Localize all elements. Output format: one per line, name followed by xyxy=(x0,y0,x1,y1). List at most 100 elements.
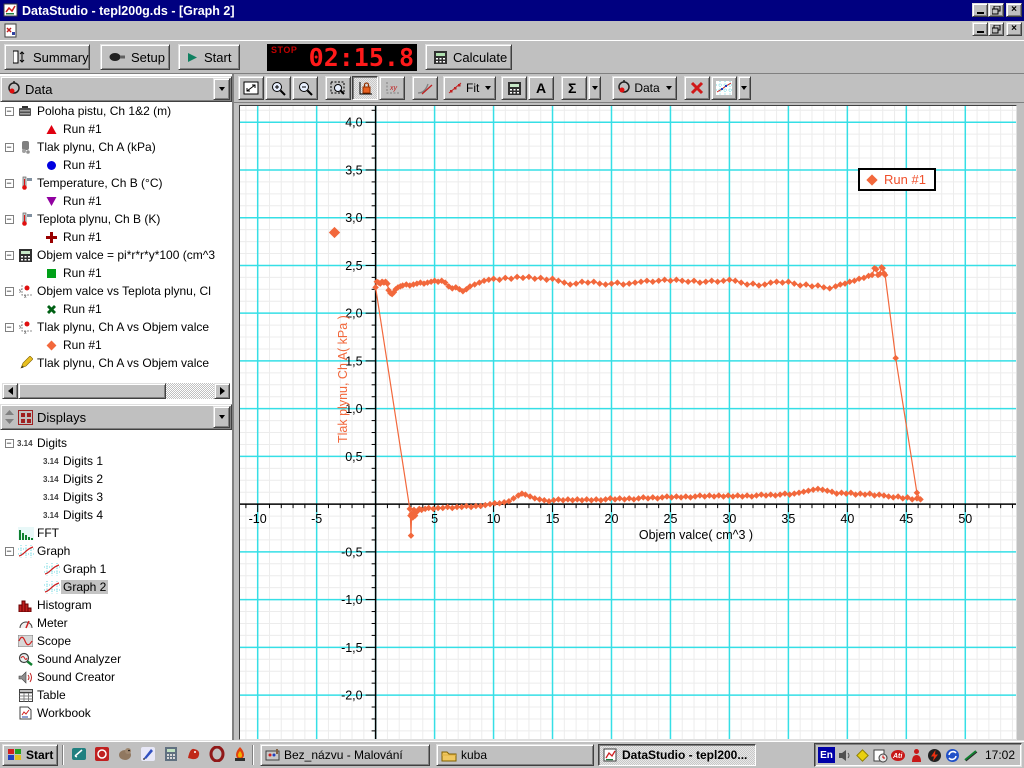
tree-item-label[interactable]: Tlak plynu, Ch A (kPa) xyxy=(35,140,158,154)
tree-item-label[interactable]: Meter xyxy=(35,616,70,630)
tree-item[interactable]: Run #1 xyxy=(2,228,230,246)
tree-item[interactable]: FFT xyxy=(2,524,230,542)
tree-item[interactable]: Sound Creator xyxy=(2,668,230,686)
task-button-1[interactable]: Bez_názvu - Malování xyxy=(260,744,430,766)
collapse-expand-box[interactable]: − xyxy=(4,142,14,152)
tree-item[interactable]: − Tlak plynu, Ch A (kPa) xyxy=(2,138,230,156)
tree-item[interactable]: Run #1 xyxy=(2,192,230,210)
slope-tool-button[interactable] xyxy=(412,76,438,100)
tray-pen-flash-icon[interactable] xyxy=(962,747,979,763)
ql-opera-icon[interactable] xyxy=(208,745,225,762)
tree-item-label[interactable]: Run #1 xyxy=(61,194,104,208)
tree-item[interactable]: −3.14 Digits xyxy=(2,434,230,452)
tree-item-label[interactable]: Digits 1 xyxy=(61,454,105,468)
tree-item-label[interactable]: Run #1 xyxy=(61,302,104,316)
data-panel-dropdown[interactable] xyxy=(213,78,230,100)
tree-item-label[interactable]: Teplota plynu, Ch B (K) xyxy=(35,212,162,226)
tree-item-label[interactable]: Objem valce vs Teplota plynu, Cl xyxy=(35,284,213,298)
ql-pen-icon[interactable] xyxy=(139,745,156,762)
tree-item[interactable]: Tlak plynu, Ch A vs Objem valce xyxy=(2,354,230,372)
child-close-button[interactable]: × xyxy=(1006,22,1022,36)
text-tool-button[interactable]: A xyxy=(528,76,555,100)
tree-item-label[interactable]: Run #1 xyxy=(61,122,104,136)
close-button[interactable]: × xyxy=(1006,3,1022,17)
collapse-expand-box[interactable]: − xyxy=(4,250,14,260)
collapse-expand-box[interactable]: − xyxy=(4,546,14,556)
data-dropdown-button[interactable]: Data xyxy=(612,76,677,100)
tree-item-label[interactable]: Graph xyxy=(35,544,72,558)
tree-item-label[interactable]: Objem valce = pi*r*r*y*100 (cm^3 xyxy=(35,248,217,262)
tree-item-label[interactable]: Table xyxy=(35,688,68,702)
zoom-out-button[interactable] xyxy=(292,76,318,100)
summary-button[interactable]: Summary xyxy=(4,44,90,70)
scroll-right-button[interactable] xyxy=(214,383,230,399)
tree-item-label[interactable]: Sound Analyzer xyxy=(35,652,123,666)
statistics-dropdown-button[interactable] xyxy=(588,76,602,100)
tree-item[interactable]: Run #1 xyxy=(2,120,230,138)
start-button[interactable]: Start xyxy=(2,744,58,766)
collapse-expand-box[interactable]: − xyxy=(4,286,14,296)
plot-area[interactable]: -10 -5 5 10 15 20 25 30 35 40 45 50 4,0 3,5 3,0 2,5 2,0 1… xyxy=(239,105,1017,740)
tree-item[interactable]: Scope xyxy=(2,632,230,650)
data-tree-hscrollbar[interactable] xyxy=(2,383,230,399)
tree-item[interactable]: − Poloha pistu, Ch 1&2 (m) xyxy=(2,102,230,120)
collapse-expand-box[interactable]: − xyxy=(4,322,14,332)
tree-item[interactable]: Run #1 xyxy=(2,264,230,282)
tree-item-label[interactable]: Graph 2 xyxy=(61,580,109,594)
displays-panel-dropdown[interactable] xyxy=(213,406,230,428)
tree-item-label[interactable]: Workbook xyxy=(35,706,93,720)
tree-item[interactable]: − Teplota plynu, Ch B (K) xyxy=(2,210,230,228)
ql-acrobat-icon[interactable] xyxy=(93,745,110,762)
data-panel-header[interactable]: Data xyxy=(0,76,232,102)
tree-item[interactable]: Run #1 xyxy=(2,336,230,354)
tree-item-label[interactable]: Sound Creator xyxy=(35,670,117,684)
tree-item-label[interactable]: Poloha pistu, Ch 1&2 (m) xyxy=(35,104,173,118)
tree-item[interactable]: − Temperature, Ch B (°C) xyxy=(2,174,230,192)
tree-item[interactable]: Graph 2 xyxy=(2,578,230,596)
panel-resize-arrows-icon[interactable] xyxy=(4,410,15,424)
minimize-button[interactable] xyxy=(972,3,988,17)
tree-item-label[interactable]: Graph 1 xyxy=(61,562,108,576)
tree-item-label[interactable]: Histogram xyxy=(35,598,94,612)
scrollbar-thumb[interactable] xyxy=(18,383,166,399)
ql-flame-icon[interactable] xyxy=(231,745,248,762)
tree-item-label[interactable]: Run #1 xyxy=(61,230,104,244)
document-icon[interactable] xyxy=(3,23,19,38)
zoom-select-button[interactable] xyxy=(325,76,351,100)
tree-item[interactable]: − Graph xyxy=(2,542,230,560)
tree-item[interactable]: 3.14 Digits 1 xyxy=(2,452,230,470)
tree-item[interactable]: − Objem valce = pi*r*r*y*100 (cm^3 xyxy=(2,246,230,264)
statistics-button[interactable]: Σ xyxy=(561,76,588,100)
tree-item[interactable]: 3.14 Digits 2 xyxy=(2,470,230,488)
displays-panel-header[interactable]: Displays xyxy=(0,404,232,430)
graph-settings-dropdown-button[interactable] xyxy=(737,76,751,100)
tree-item-label[interactable]: Scope xyxy=(35,634,73,648)
ql-calculator-icon[interactable] xyxy=(162,745,179,762)
tray-language-indicator[interactable]: En xyxy=(817,747,835,763)
collapse-expand-box[interactable]: − xyxy=(4,106,14,116)
tree-item[interactable]: − y x Tlak plynu, Ch A vs Objem valce xyxy=(2,318,230,336)
tray-red-man-icon[interactable] xyxy=(908,747,925,763)
tree-item[interactable]: 3.14 Digits 4 xyxy=(2,506,230,524)
child-restore-button[interactable] xyxy=(988,22,1004,36)
setup-button[interactable]: Setup xyxy=(100,44,170,70)
tree-item-label[interactable]: Temperature, Ch B (°C) xyxy=(35,176,165,190)
collapse-expand-box[interactable]: − xyxy=(4,214,14,224)
zoom-in-button[interactable] xyxy=(265,76,291,100)
tray-diamond-icon[interactable] xyxy=(854,747,871,763)
restore-button[interactable] xyxy=(988,3,1004,17)
collapse-expand-box[interactable]: − xyxy=(4,178,14,188)
fit-dropdown-button[interactable]: Fit xyxy=(443,76,497,100)
tree-item-label[interactable]: Tlak plynu, Ch A vs Objem valce xyxy=(35,356,211,370)
xy-tool-button[interactable]: xy xyxy=(379,76,405,100)
tree-item-label[interactable]: Digits xyxy=(35,436,69,450)
tree-item[interactable]: Table xyxy=(2,686,230,704)
tree-item-label[interactable]: Run #1 xyxy=(61,158,104,172)
tree-item[interactable]: Run #1 xyxy=(2,156,230,174)
tree-item[interactable]: Workbook xyxy=(2,704,230,722)
tree-item[interactable]: Histogram xyxy=(2,596,230,614)
legend[interactable]: Run #1 xyxy=(858,168,936,191)
chart-svg[interactable]: -10 -5 5 10 15 20 25 30 35 40 45 50 4,0 3,5 3,0 2,5 2,0 1… xyxy=(240,106,1016,739)
start-button-toolbar[interactable]: Start xyxy=(178,44,240,70)
tree-item[interactable]: Graph 1 xyxy=(2,560,230,578)
